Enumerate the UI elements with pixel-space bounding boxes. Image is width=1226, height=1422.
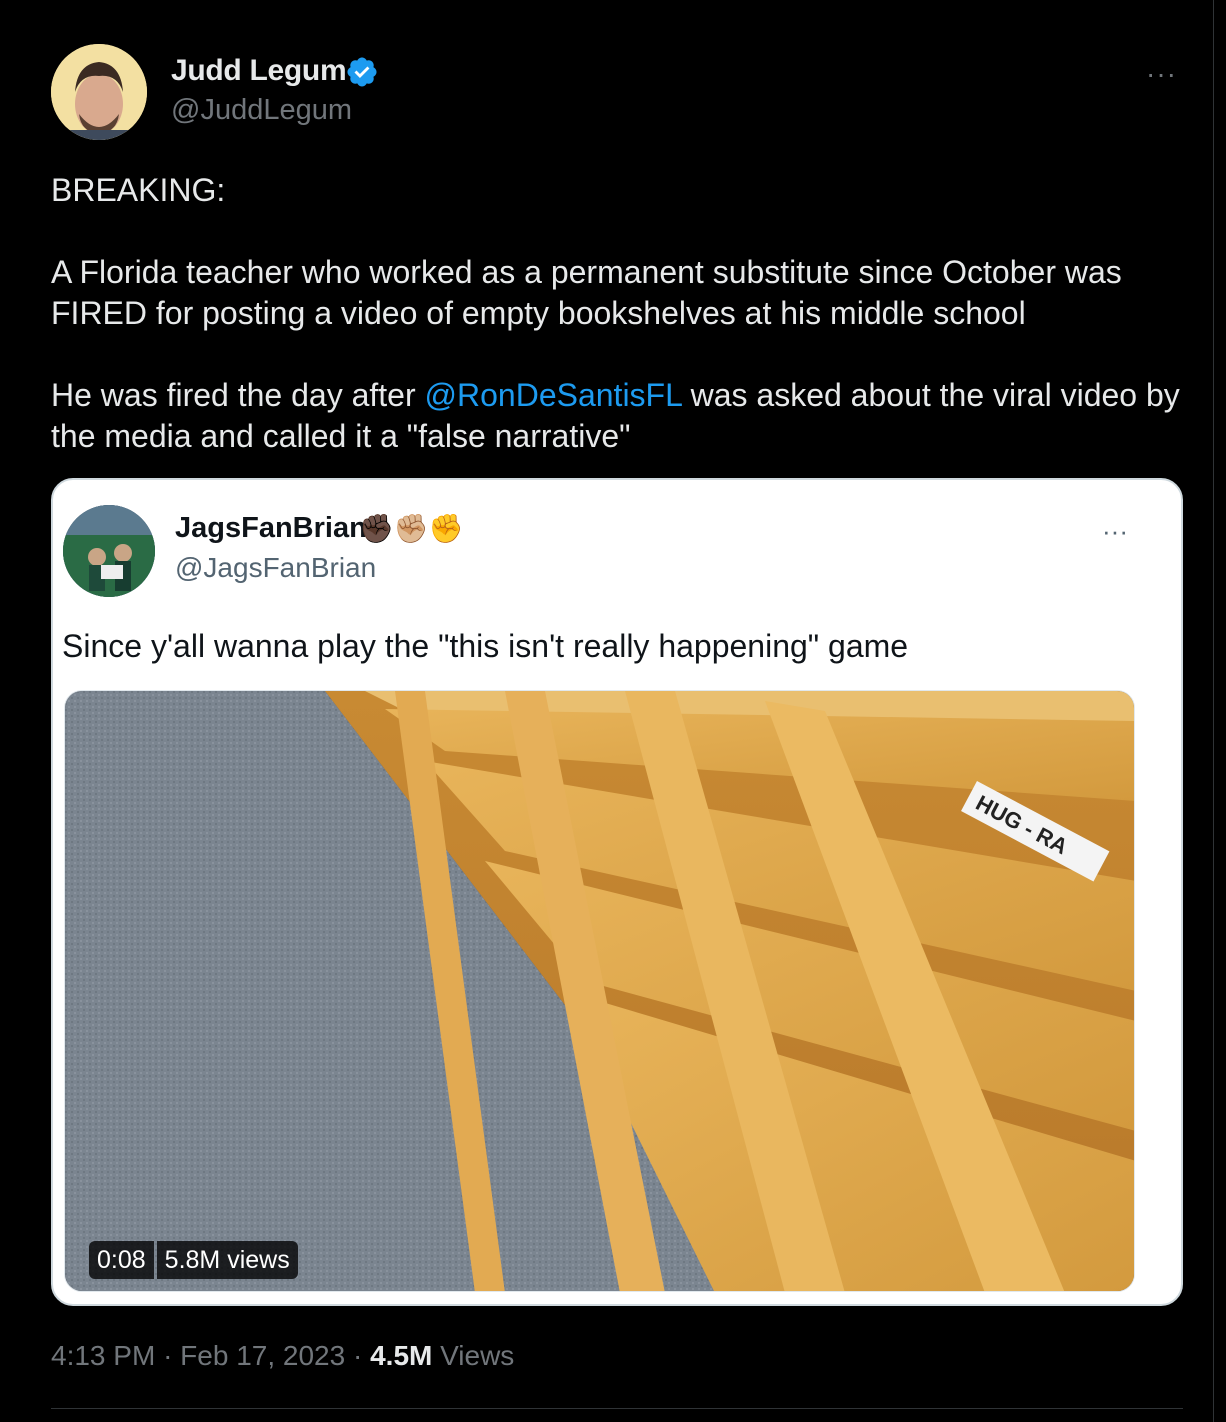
tweet-date[interactable]: Feb 17, 2023 (180, 1340, 345, 1371)
quoted-tweet[interactable]: JagsFanBrian ✊🏿✊🏼✊ @JagsFanBrian ··· Sin… (51, 478, 1183, 1306)
video-duration: 0:08 (89, 1241, 154, 1279)
mention-link[interactable]: @RonDeSantisFL (425, 377, 682, 413)
video-player[interactable]: HUG - RA 0:08 5.8M views (64, 690, 1135, 1292)
divider (51, 1408, 1183, 1409)
quoted-more-options-icon[interactable]: ··· (1102, 516, 1128, 547)
tweet-container: Judd Legum @JuddLegum ··· BREAKING: A Fl… (0, 0, 1214, 1422)
tweet-time[interactable]: 4:13 PM (51, 1340, 155, 1371)
author-handle[interactable]: @JuddLegum (171, 94, 352, 127)
tweet-text-para3-before: He was fired the day after (51, 377, 425, 413)
video-badges: 0:08 5.8M views (89, 1241, 298, 1279)
avatar-image (51, 44, 147, 140)
quoted-avatar-image (63, 505, 155, 597)
views-label: Views (440, 1340, 515, 1371)
tweet-meta: 4:13 PM · Feb 17, 2023 · 4.5M Views (51, 1340, 514, 1372)
tweet-text-para2: A Florida teacher who worked as a perman… (51, 254, 1131, 331)
video-views: 5.8M views (156, 1241, 298, 1279)
author-avatar[interactable] (51, 44, 147, 140)
tweet-text: BREAKING: A Florida teacher who worked a… (51, 170, 1201, 457)
author-name[interactable]: Judd Legum (171, 54, 347, 88)
quoted-author-avatar[interactable] (63, 505, 155, 597)
quoted-author-emoji: ✊🏿✊🏼✊ (359, 513, 464, 544)
quoted-author-handle[interactable]: @JagsFanBrian (175, 552, 376, 584)
meta-separator: · (352, 1340, 363, 1371)
more-options-icon[interactable]: ··· (1146, 58, 1177, 90)
tweet-text-line1: BREAKING: (51, 172, 226, 208)
video-thumbnail: HUG - RA (65, 691, 1134, 1291)
verified-badge-icon[interactable] (345, 55, 379, 89)
quoted-tweet-text: Since y'all wanna play the "this isn't r… (62, 628, 909, 664)
quoted-author-name[interactable]: JagsFanBrian (175, 512, 367, 545)
views-count[interactable]: 4.5M (370, 1340, 432, 1371)
meta-separator: · (163, 1340, 173, 1371)
